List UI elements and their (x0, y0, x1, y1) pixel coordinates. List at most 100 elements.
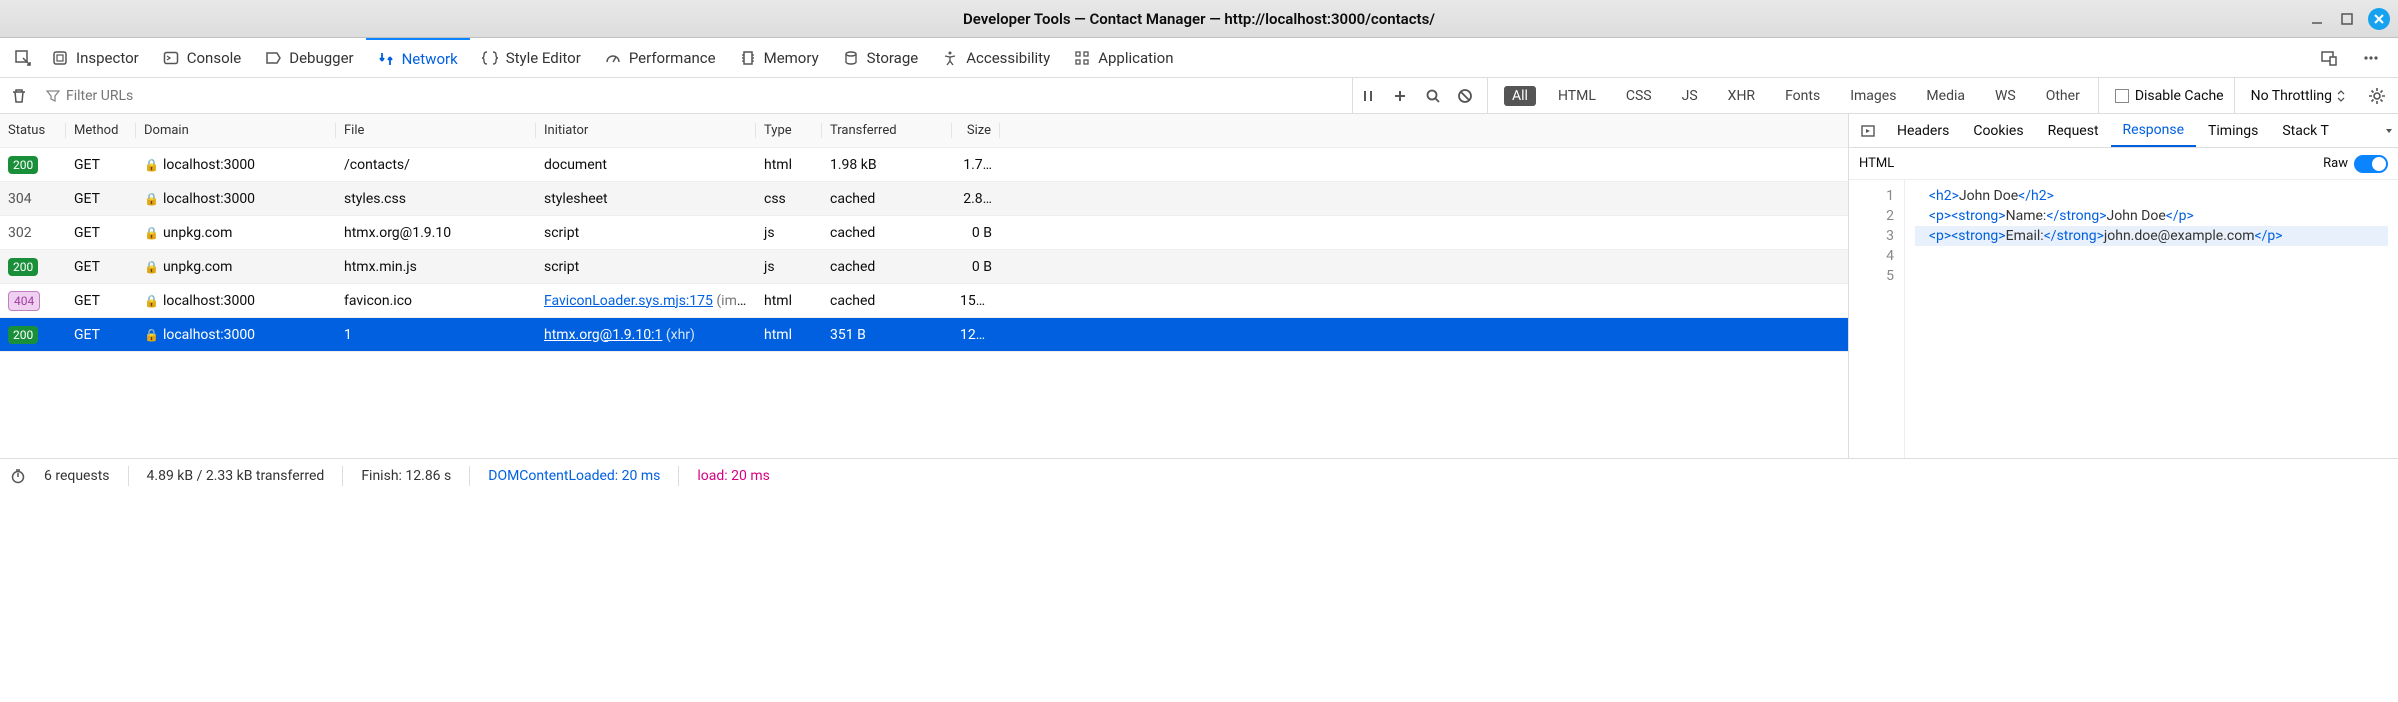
tab-label: Storage (867, 49, 919, 67)
search-button[interactable] (1425, 88, 1447, 104)
code-content: <h2>John Doe</h2> <p><strong>Name:</stro… (1905, 180, 2398, 458)
console-icon (163, 50, 179, 66)
table-header: Status Method Domain File Initiator Type… (0, 114, 1848, 148)
checkbox-icon (2115, 89, 2129, 103)
request-row[interactable]: 404GET🔒localhost:3000favicon.icoFaviconL… (0, 284, 1848, 318)
inspector-icon (52, 50, 68, 66)
debugger-icon (265, 50, 281, 66)
disable-cache-checkbox[interactable]: Disable Cache (2105, 78, 2235, 113)
domcontentloaded-time: DOMContentLoaded: 20 ms (488, 468, 660, 484)
window-titlebar: Developer Tools — Contact Manager — http… (0, 0, 2398, 38)
tab-label: Style Editor (506, 49, 581, 67)
tab-label: Console (187, 49, 242, 67)
detail-pane: HeadersCookiesRequestResponseTimingsStac… (1848, 114, 2398, 458)
detail-tabs: HeadersCookiesRequestResponseTimingsStac… (1849, 114, 2398, 148)
response-subheader: HTML Raw (1849, 148, 2398, 180)
detail-tab-timings[interactable]: Timings (2196, 114, 2270, 147)
style-editor-icon (482, 50, 498, 66)
filter-type-all[interactable]: All (1504, 86, 1536, 106)
request-row[interactable]: 200GET🔒localhost:30001htmx.org@1.9.10:1 … (0, 318, 1848, 352)
tab-application[interactable]: Application (1062, 38, 1185, 77)
tab-label: Memory (764, 49, 819, 67)
tab-label: Accessibility (966, 49, 1050, 67)
memory-icon (740, 50, 756, 66)
filter-type-css[interactable]: CSS (1618, 86, 1660, 106)
raw-toggle[interactable] (2354, 155, 2388, 173)
load-time: load: 20 ms (697, 468, 769, 484)
add-button[interactable] (1393, 89, 1415, 103)
filter-type-ws[interactable]: WS (1987, 86, 2024, 106)
throttling-select[interactable]: No Throttling (2241, 88, 2356, 104)
tab-style-editor[interactable]: Style Editor (470, 38, 593, 77)
clear-button[interactable] (6, 87, 32, 105)
responsive-mode-button[interactable] (2312, 49, 2346, 67)
tab-accessibility[interactable]: Accessibility (930, 38, 1062, 77)
stopwatch-icon (10, 468, 26, 484)
filter-icon (46, 89, 60, 103)
tab-label: Performance (629, 49, 716, 67)
filter-types: All HTML CSS JS XHR Fonts Images Media WS Other (1494, 78, 2099, 113)
header-transferred[interactable]: Transferred (822, 123, 952, 138)
filter-type-images[interactable]: Images (1842, 86, 1904, 106)
tab-console[interactable]: Console (151, 38, 254, 77)
detail-tab-stack-t[interactable]: Stack T (2270, 114, 2340, 147)
header-domain[interactable]: Domain (136, 123, 336, 138)
pause-button[interactable] (1361, 89, 1383, 103)
header-file[interactable]: File (336, 123, 536, 138)
request-row[interactable]: 304GET🔒localhost:3000styles.cssstyleshee… (0, 182, 1848, 216)
filter-type-other[interactable]: Other (2038, 86, 2088, 106)
filter-type-html[interactable]: HTML (1550, 86, 1604, 106)
transferred-size: 4.89 kB / 2.33 kB transferred (147, 468, 325, 484)
header-size[interactable]: Size (952, 123, 1000, 138)
maximize-button[interactable] (2338, 10, 2356, 28)
updown-icon (2336, 90, 2346, 102)
devtools-tabbar: Inspector Console Debugger Network Style… (0, 38, 2398, 78)
throttling-label: No Throttling (2251, 88, 2332, 104)
request-row[interactable]: 200GET🔒unpkg.comhtmx.min.jsscriptjscache… (0, 250, 1848, 284)
filter-type-media[interactable]: Media (1918, 86, 1973, 106)
tab-label: Debugger (289, 49, 353, 67)
minimize-button[interactable] (2308, 10, 2326, 28)
more-button[interactable] (2354, 49, 2388, 67)
filter-input-wrap[interactable] (40, 86, 240, 106)
detail-tab-response[interactable]: Response (2111, 114, 2197, 147)
request-row[interactable]: 302GET🔒unpkg.comhtmx.org@1.9.10scriptjsc… (0, 216, 1848, 250)
status-bar: 6 requests 4.89 kB / 2.33 kB transferred… (0, 458, 2398, 492)
window-title: Developer Tools — Contact Manager — http… (963, 10, 1435, 28)
filter-type-fonts[interactable]: Fonts (1777, 86, 1828, 106)
dropdown-icon[interactable] (2384, 126, 2394, 136)
header-method[interactable]: Method (66, 123, 136, 138)
block-button[interactable] (1457, 88, 1479, 104)
tab-storage[interactable]: Storage (831, 38, 931, 77)
request-row[interactable]: 200GET🔒localhost:3000/contacts/documenth… (0, 148, 1848, 182)
tab-memory[interactable]: Memory (728, 38, 831, 77)
requests-count: 6 requests (44, 468, 110, 484)
application-icon (1074, 50, 1090, 66)
filter-type-xhr[interactable]: XHR (1720, 86, 1763, 106)
settings-button[interactable] (2362, 87, 2392, 105)
tab-inspector[interactable]: Inspector (40, 38, 151, 77)
close-button[interactable] (2368, 8, 2390, 30)
filter-type-js[interactable]: JS (1674, 86, 1706, 106)
finish-time: Finish: 12.86 s (361, 468, 451, 484)
tab-label: Network (402, 50, 458, 68)
tab-network[interactable]: Network (366, 38, 470, 77)
toggle-raw-button[interactable] (1853, 123, 1883, 139)
request-list: Status Method Domain File Initiator Type… (0, 114, 1848, 458)
storage-icon (843, 50, 859, 66)
accessibility-icon (942, 50, 958, 66)
tab-debugger[interactable]: Debugger (253, 38, 365, 77)
filter-urls-input[interactable] (66, 88, 206, 104)
detail-tab-headers[interactable]: Headers (1885, 114, 1961, 147)
response-code-view[interactable]: 12345 <h2>John Doe</h2> <p><strong>Name:… (1849, 180, 2398, 458)
header-initiator[interactable]: Initiator (536, 123, 756, 138)
performance-icon (605, 50, 621, 66)
header-status[interactable]: Status (0, 123, 66, 138)
tab-performance[interactable]: Performance (593, 38, 728, 77)
element-picker-button[interactable] (6, 38, 40, 77)
network-icon (378, 51, 394, 67)
detail-tab-cookies[interactable]: Cookies (1961, 114, 2035, 147)
detail-tab-request[interactable]: Request (2036, 114, 2111, 147)
header-type[interactable]: Type (756, 123, 822, 138)
network-toolbar: All HTML CSS JS XHR Fonts Images Media WS Other D… (0, 78, 2398, 114)
